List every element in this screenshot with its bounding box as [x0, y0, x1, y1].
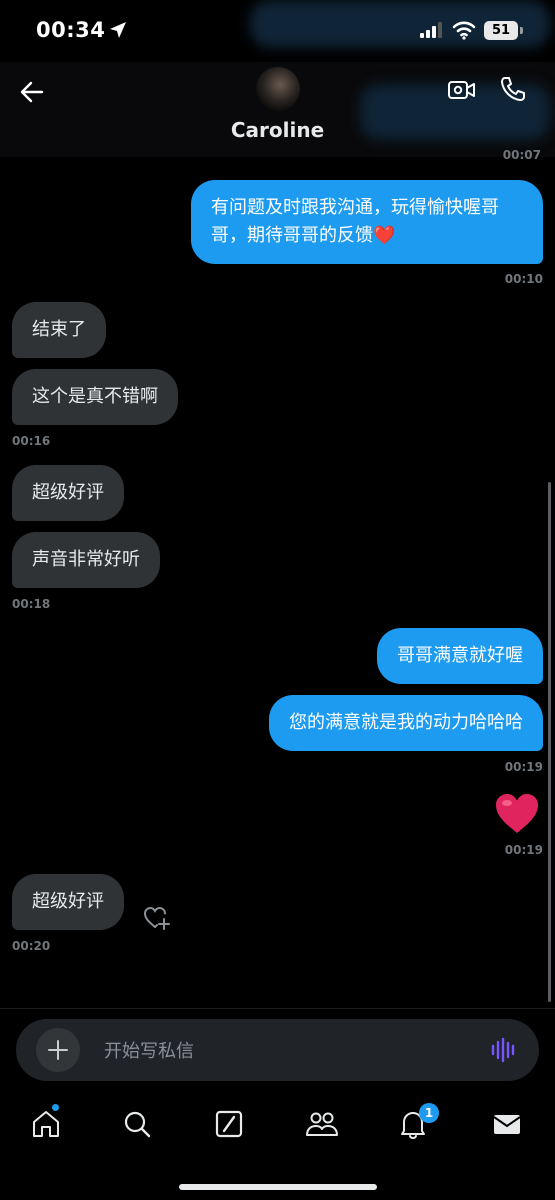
- message-timestamp: 00:07: [502, 148, 541, 162]
- message-bubble-incoming[interactable]: 结束了: [12, 302, 106, 358]
- bottom-tab-bar: [0, 1090, 555, 1160]
- search-icon[interactable]: [117, 1104, 157, 1144]
- battery-tip: [520, 27, 523, 34]
- voice-message-icon[interactable]: [490, 1037, 518, 1067]
- cellular-signal-icon: [420, 22, 444, 42]
- message-timestamp: 00:10: [504, 272, 543, 286]
- add-media-button[interactable]: [36, 1028, 80, 1072]
- message-bubble-outgoing[interactable]: 哥哥满意就好喔: [377, 628, 543, 684]
- status-time: 00:34: [36, 18, 106, 42]
- message-timestamp: 00:16: [12, 434, 51, 448]
- add-reaction-heart-icon[interactable]: [143, 905, 171, 935]
- conversation-header: Caroline: [0, 62, 555, 157]
- phone-icon[interactable]: [498, 74, 528, 108]
- avatar[interactable]: [256, 67, 300, 111]
- video-call-icon[interactable]: [446, 76, 478, 108]
- message-bubble-incoming[interactable]: 超级好评: [12, 465, 124, 521]
- communities-icon[interactable]: [301, 1104, 341, 1144]
- message-timestamp: 00:18: [12, 597, 51, 611]
- message-bubble-outgoing[interactable]: 有问题及时跟我沟通，玩得愉快喔哥哥，期待哥哥的反馈❤️: [191, 180, 543, 264]
- plus-icon: [48, 1040, 68, 1060]
- messages-icon[interactable]: [487, 1104, 527, 1144]
- message-timestamp: 00:19: [504, 760, 543, 774]
- heart-emoji-message[interactable]: [494, 792, 540, 840]
- message-bubble-incoming[interactable]: 超级好评: [12, 874, 124, 930]
- message-bubble-outgoing[interactable]: 您的满意就是我的动力哈哈哈: [269, 695, 543, 751]
- home-indicator[interactable]: [179, 1184, 377, 1190]
- wifi-icon: [452, 20, 476, 44]
- message-timestamp: 00:19: [504, 843, 543, 857]
- message-timestamp: 00:20: [12, 939, 51, 953]
- scrollbar[interactable]: [548, 482, 551, 1002]
- status-bar: 00:34 51: [0, 0, 555, 62]
- home-new-indicator: [52, 1104, 59, 1111]
- divider: [0, 1008, 555, 1009]
- message-input[interactable]: [102, 1035, 466, 1067]
- battery-level: 51: [484, 21, 518, 40]
- notifications-badge: 1: [419, 1103, 439, 1123]
- back-arrow-icon[interactable]: [18, 78, 46, 110]
- message-bubble-incoming[interactable]: 这个是真不错啊: [12, 369, 178, 425]
- home-icon[interactable]: [26, 1104, 66, 1144]
- message-composer: [16, 1019, 539, 1081]
- grok-icon[interactable]: [209, 1104, 249, 1144]
- location-arrow-icon: [108, 20, 128, 44]
- message-bubble-incoming[interactable]: 声音非常好听: [12, 532, 160, 588]
- contact-name[interactable]: Caroline: [0, 118, 555, 142]
